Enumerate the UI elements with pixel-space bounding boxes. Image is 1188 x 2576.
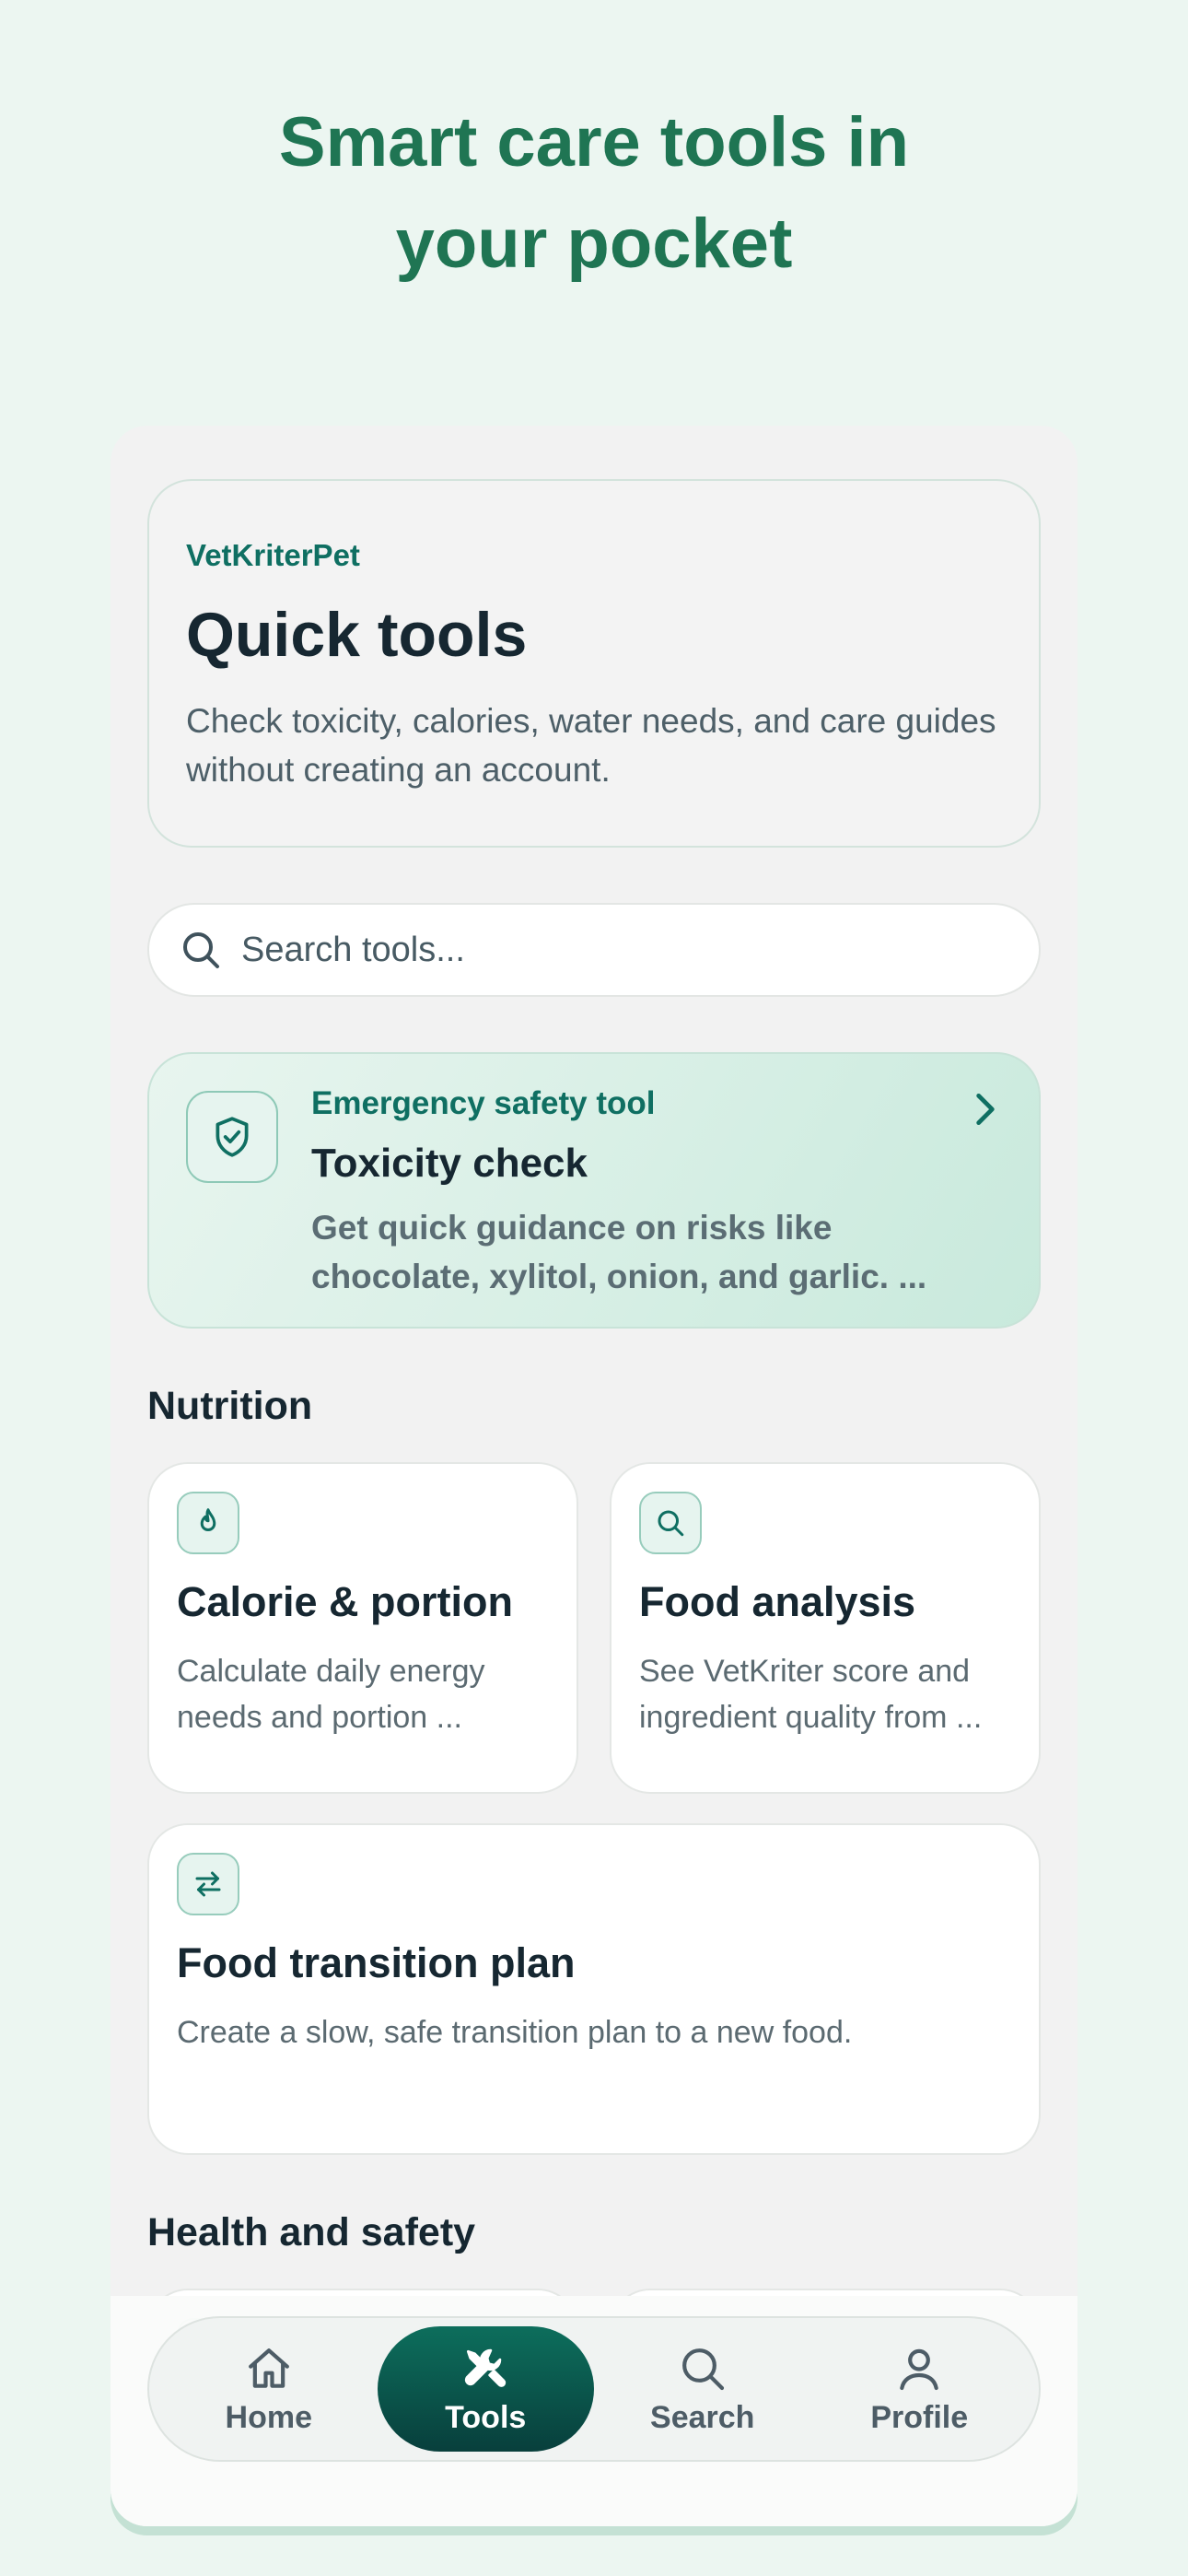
- tab-home[interactable]: Home: [160, 2326, 378, 2452]
- hero-card: VetKriterPet Quick tools Check toxicity,…: [147, 479, 1041, 848]
- tab-bar: Home Tools Search Profile: [147, 2316, 1041, 2462]
- tab-label: Search: [650, 2399, 755, 2435]
- featured-description: Get quick guidance on risks like chocola…: [311, 1209, 927, 1295]
- shield-check-icon: [215, 1117, 249, 1157]
- headline-line-2: your pocket: [395, 205, 793, 283]
- food-transition-card[interactable]: Food transition plan Create a slow, safe…: [147, 1823, 1041, 2155]
- card-description: Create a slow, safe transition plan to a…: [177, 2015, 853, 2050]
- tab-label: Home: [225, 2399, 312, 2435]
- featured-text: Emergency safety tool Toxicity check Get…: [311, 1085, 974, 1301]
- search-icon: [658, 1510, 684, 1537]
- flame-icon: [200, 1508, 216, 1531]
- calorie-portion-card[interactable]: Calorie & portion Calculate daily energy…: [147, 1462, 578, 1794]
- tab-label: Profile: [870, 2399, 969, 2435]
- chevron-right-icon: [976, 1093, 995, 1126]
- tab-profile[interactable]: Profile: [811, 2326, 1029, 2452]
- search-input[interactable]: [241, 930, 978, 970]
- tab-search[interactable]: Search: [594, 2326, 811, 2452]
- card-icon-box: [177, 1492, 239, 1554]
- card-title: Food transition plan: [177, 1939, 576, 1986]
- hero-description: Check toxicity, calories, water needs, a…: [186, 702, 996, 789]
- tools-icon: [465, 2348, 507, 2387]
- bottom-navigation: Home Tools Search Profile: [111, 2296, 1077, 2526]
- featured-title: Toxicity check: [311, 1141, 588, 1186]
- search-bar[interactable]: [147, 903, 1041, 997]
- brand-name: VetKriterPet: [186, 538, 360, 572]
- card-title: Calorie & portion: [177, 1578, 514, 1625]
- headline-line-1: Smart care tools in: [278, 103, 910, 181]
- card-icon-box: [177, 1853, 239, 1915]
- card-description: Calculate daily energy needs and portion…: [177, 1654, 485, 1735]
- featured-kicker: Emergency safety tool: [311, 1085, 656, 1121]
- swap-arrows-icon: [195, 1871, 221, 1897]
- page-title: Quick tools: [186, 600, 528, 670]
- card-description: See VetKriter score and ingredient quali…: [639, 1654, 983, 1735]
- home-icon: [248, 2348, 289, 2388]
- toxicity-check-card[interactable]: Emergency safety tool Toxicity check Get…: [147, 1052, 1041, 1329]
- section-title-health: Health and safety: [147, 2210, 476, 2254]
- phone-screen: VetKriterPet Quick tools Check toxicity,…: [111, 426, 1077, 2526]
- section-title-nutrition: Nutrition: [147, 1384, 313, 1428]
- tab-tools[interactable]: Tools: [377, 2326, 594, 2452]
- nutrition-grid: Calorie & portion Calculate daily energy…: [147, 1462, 1041, 1794]
- search-icon: [183, 932, 219, 968]
- search-icon: [681, 2348, 724, 2390]
- card-title: Food analysis: [639, 1578, 916, 1625]
- food-analysis-card[interactable]: Food analysis See VetKriter score and in…: [610, 1462, 1041, 1794]
- tools-content: VetKriterPet Quick tools Check toxicity,…: [147, 479, 1041, 2418]
- card-icon-box: [639, 1492, 702, 1554]
- featured-icon-box: [186, 1091, 278, 1183]
- marketing-headline: Smart care tools in your pocket: [0, 92, 1188, 295]
- tab-label: Tools: [445, 2399, 527, 2435]
- user-icon: [900, 2348, 939, 2390]
